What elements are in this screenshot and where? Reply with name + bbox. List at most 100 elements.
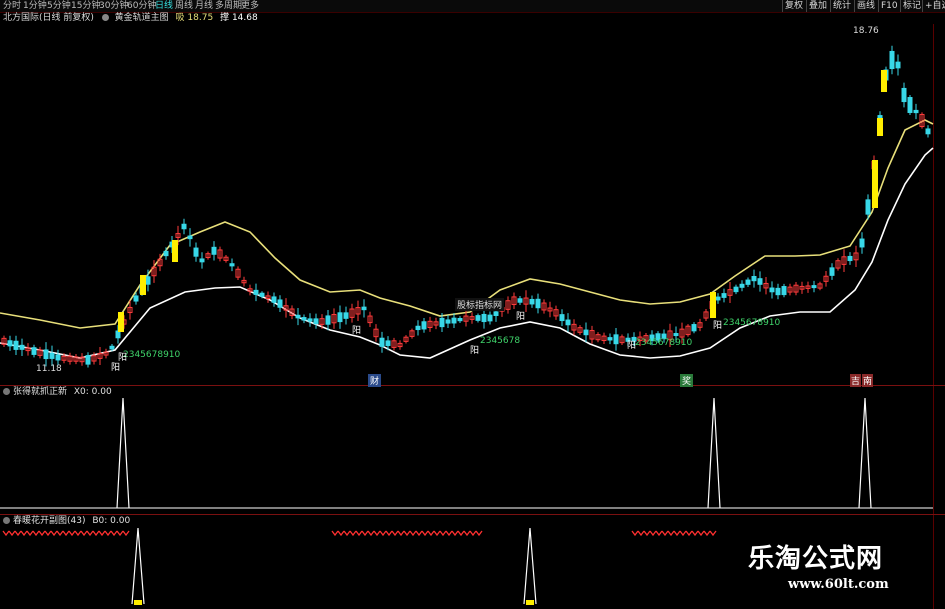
signal-marker — [134, 600, 142, 605]
candle-body — [865, 199, 871, 215]
signal-bar — [872, 160, 878, 208]
candle-body — [301, 317, 307, 321]
panel3-name[interactable]: 春暖花开副图(43) — [13, 516, 85, 526]
trend-chevron — [667, 530, 675, 537]
candle-body — [781, 286, 787, 296]
trend-chevron — [337, 530, 345, 537]
signal-bar — [172, 240, 178, 262]
candle-body — [85, 355, 91, 365]
trend-chevron — [409, 530, 417, 537]
trend-chevron — [14, 530, 22, 537]
signal-marker — [526, 600, 534, 605]
trend-chevron — [709, 530, 717, 537]
trend-chevron — [62, 530, 70, 537]
candle-body — [847, 255, 853, 262]
panel3-title: 春暖花开副图(43) B0: 0.00 — [3, 515, 130, 527]
signal-spike — [858, 397, 872, 509]
candle-body — [739, 283, 745, 288]
candle-body — [733, 286, 739, 293]
candle-body — [439, 317, 445, 328]
watermark-title: 乐淘公式网 — [748, 544, 884, 574]
trend-chevron — [92, 530, 100, 537]
candle-body — [307, 318, 313, 322]
event-tag-nan[interactable]: 南 — [862, 374, 874, 387]
yang-label: 阳 — [352, 326, 362, 336]
event-tag-ji[interactable]: 吉 — [850, 374, 862, 387]
candle-body — [145, 276, 151, 285]
candle-body — [337, 312, 343, 323]
trend-chevron — [637, 530, 645, 537]
signal-spike — [707, 397, 721, 509]
candle-body — [451, 317, 457, 324]
candle-body — [13, 340, 19, 350]
panel3-value: B0: 0.00 — [92, 516, 131, 526]
trend-chevron — [373, 530, 381, 537]
trend-chevron — [397, 530, 405, 537]
candle-body — [181, 223, 187, 230]
candle-body — [271, 296, 277, 303]
trend-chevron — [445, 530, 453, 537]
candle-body — [19, 344, 25, 350]
candle-body — [325, 315, 331, 325]
candle-body — [907, 97, 913, 113]
trend-chevron — [8, 530, 16, 537]
event-tag-cai[interactable]: 财 — [368, 374, 382, 387]
candle-body — [757, 278, 763, 285]
trend-chevron — [355, 530, 363, 537]
candle-body — [811, 285, 817, 289]
mid-label: 股标指标网 — [455, 298, 505, 311]
signal-spike — [523, 527, 537, 605]
candle-body — [445, 319, 451, 324]
candle-body — [691, 324, 697, 332]
panel2-name[interactable]: 张得就抓正新 — [13, 387, 67, 397]
candle-body — [211, 246, 217, 255]
trend-chevron — [74, 530, 82, 537]
candle-body — [343, 312, 349, 319]
trend-chevron — [655, 530, 663, 537]
candle-body — [529, 298, 535, 305]
candle-body — [895, 61, 901, 69]
yang-label: 阳 — [713, 321, 723, 331]
panel2-settings-icon[interactable] — [3, 388, 10, 395]
trend-chevron — [26, 530, 34, 537]
event-tag-jiang[interactable]: 奖 — [680, 374, 694, 387]
yang-label: 阳 — [470, 346, 480, 356]
panel2-value: X0: 0.00 — [73, 387, 112, 397]
yang-label: 阳 — [627, 341, 637, 351]
candle-body — [55, 354, 61, 361]
candle-body — [163, 250, 169, 257]
candle-body — [361, 306, 367, 311]
candle-body — [43, 349, 49, 360]
trend-chevron — [433, 530, 441, 537]
trend-chevron — [44, 530, 52, 537]
trend-chevron — [56, 530, 64, 537]
signal-bar — [140, 275, 146, 295]
signal-bar — [877, 118, 883, 136]
trend-chevron — [349, 530, 357, 537]
candle-body — [769, 287, 775, 293]
candle-body — [715, 296, 721, 301]
candle-body — [901, 87, 907, 103]
panel3-settings-icon[interactable] — [3, 517, 10, 524]
upper-band-line — [0, 119, 934, 329]
high-price-mark: 18.76 — [853, 26, 879, 36]
trend-chevron — [110, 530, 118, 537]
candle-body — [415, 325, 421, 331]
candle-body — [613, 334, 619, 345]
watermark-url: www.60lt.com — [788, 577, 889, 592]
count-label: 2345678910 — [123, 350, 181, 360]
candle-body — [31, 347, 37, 355]
candle-body — [913, 109, 919, 114]
trend-chevron — [673, 530, 681, 537]
candle-body — [925, 128, 931, 135]
trend-chevron — [379, 530, 387, 537]
trend-chevron — [343, 530, 351, 537]
trend-chevron — [2, 530, 10, 537]
candle-body — [187, 235, 193, 240]
trend-chevron — [661, 530, 669, 537]
trend-chevron — [116, 530, 124, 537]
signal-bar — [710, 292, 716, 318]
trend-chevron — [685, 530, 693, 537]
candle-body — [475, 315, 481, 321]
panel2-title: 张得就抓正新 X0: 0.00 — [3, 386, 112, 398]
